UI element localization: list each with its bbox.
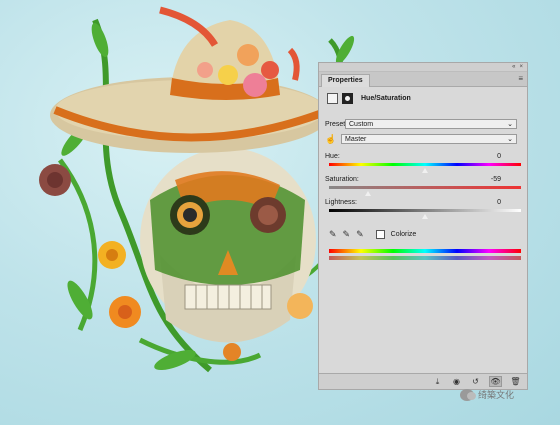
colorize-checkbox[interactable] — [375, 230, 385, 239]
channel-dropdown[interactable]: Master ⌄ — [341, 134, 517, 144]
channel-value: Master — [345, 135, 367, 143]
adjustment-title: Hue/Saturation — [361, 95, 411, 102]
trash-icon[interactable]: 🗑 — [510, 377, 521, 386]
tab-properties[interactable]: Properties — [321, 74, 370, 87]
hue-label: Hue: — [325, 153, 340, 160]
menu-lines-icon[interactable]: ≡ — [518, 74, 523, 83]
hue-saturation-icon[interactable] — [327, 93, 338, 104]
hue-value[interactable]: 0 — [497, 153, 501, 160]
eyedropper-plus-icon[interactable]: ✎ — [343, 229, 351, 240]
hand-adjust-icon[interactable]: ☝ — [325, 134, 341, 144]
eyedropper-tools: ✎ ✎ ✎ Colorize — [329, 229, 416, 240]
lightness-slider-track[interactable] — [329, 209, 521, 212]
eyedropper-minus-icon[interactable]: ✎ — [356, 229, 364, 240]
close-icon[interactable]: × — [519, 63, 523, 71]
properties-panel: « × Properties ≡ Hue/Saturation Preset: … — [318, 62, 528, 390]
chevron-down-icon: ⌄ — [507, 121, 513, 128]
tab-bar: Properties ≡ — [319, 72, 527, 87]
lightness-value[interactable]: 0 — [497, 199, 501, 206]
watermark: 绮築文化 — [460, 388, 514, 401]
preset-row: Preset: Custom ⌄ — [325, 119, 517, 129]
saturation-slider-track[interactable] — [329, 186, 521, 189]
preset-label: Preset: — [325, 120, 348, 128]
watermark-text: 绮築文化 — [478, 390, 515, 400]
reset-icon[interactable]: ↺ — [470, 377, 481, 386]
lightness-slider-thumb[interactable] — [421, 214, 429, 220]
saturation-slider-thumb[interactable] — [364, 191, 373, 197]
lightness-label: Lightness: — [325, 199, 357, 206]
preset-dropdown[interactable]: Custom ⌄ — [345, 119, 517, 129]
collapse-icon[interactable]: « — [512, 63, 515, 71]
output-spectrum-bar — [329, 256, 521, 260]
eyedropper-icon[interactable]: ✎ — [329, 229, 337, 240]
input-spectrum-bar — [329, 249, 521, 253]
eye-icon[interactable]: 👁 — [489, 376, 502, 387]
saturation-label: Saturation: — [325, 176, 359, 183]
saturation-value[interactable]: -59 — [491, 176, 501, 183]
clip-to-layer-icon[interactable]: ⤓ — [432, 377, 443, 387]
wechat-icon — [460, 388, 476, 401]
panel-bottom-bar: ⤓ ◉ ↺ 👁 🗑 — [319, 373, 527, 389]
layer-mask-icon[interactable] — [342, 93, 353, 104]
preset-value: Custom — [349, 120, 374, 128]
colorize-label: Colorize — [390, 231, 417, 238]
hue-slider-thumb[interactable] — [421, 168, 429, 174]
channel-row: ☝ Master ⌄ — [325, 134, 517, 144]
adjustment-header: Hue/Saturation — [327, 93, 411, 104]
chevron-down-icon: ⌄ — [507, 136, 513, 143]
hue-slider-track[interactable] — [329, 163, 521, 166]
panel-top-strip: « × — [319, 63, 527, 72]
view-previous-icon[interactable]: ◉ — [451, 377, 462, 386]
